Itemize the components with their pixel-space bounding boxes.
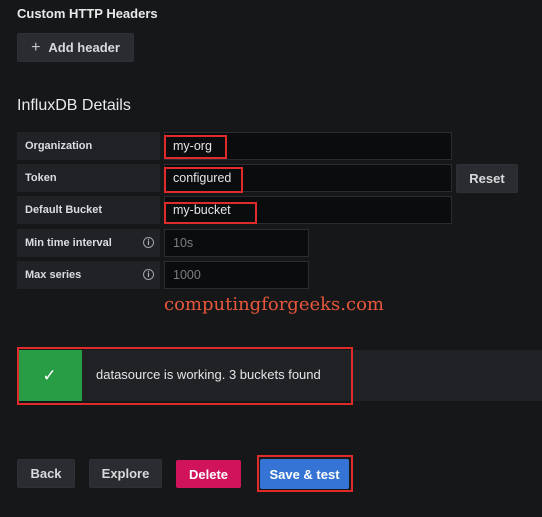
token-label: Token <box>17 164 160 192</box>
token-value: configured <box>173 171 232 185</box>
max-series-input[interactable]: 1000 <box>164 261 309 289</box>
min-time-interval-label-text: Min time interval <box>25 237 112 249</box>
influxdb-details-title: InfluxDB Details <box>17 97 131 114</box>
organization-label-text: Organization <box>25 140 93 152</box>
max-series-label-text: Max series <box>25 269 82 281</box>
custom-headers-title: Custom HTTP Headers <box>17 6 158 21</box>
info-circle-icon[interactable]: i <box>143 237 154 248</box>
add-header-label: Add header <box>48 40 120 55</box>
min-time-interval-label: Min time interval i <box>17 229 160 257</box>
back-button[interactable]: Back <box>17 459 75 488</box>
organization-value: my-org <box>173 139 212 153</box>
save-and-test-button[interactable]: Save & test <box>260 459 349 489</box>
min-time-interval-input[interactable]: 10s <box>164 229 309 257</box>
organization-input[interactable]: my-org <box>164 132 452 160</box>
watermark-text: computingforgeeks.com <box>164 294 384 315</box>
alert-message: datasource is working. 3 buckets found <box>96 367 321 382</box>
max-series-label: Max series i <box>17 261 160 289</box>
add-header-button[interactable]: + Add header <box>17 33 134 62</box>
default-bucket-label: Default Bucket <box>17 196 160 224</box>
check-icon: ✓ <box>17 350 82 401</box>
min-time-interval-placeholder: 10s <box>173 236 194 250</box>
explore-button[interactable]: Explore <box>89 459 162 488</box>
token-label-text: Token <box>25 172 57 184</box>
token-input[interactable]: configured <box>164 164 452 192</box>
max-series-placeholder: 1000 <box>173 268 201 282</box>
delete-button[interactable]: Delete <box>176 460 241 488</box>
default-bucket-input[interactable]: my-bucket <box>164 196 452 224</box>
default-bucket-value: my-bucket <box>173 203 231 217</box>
success-alert: ✓ datasource is working. 3 buckets found <box>17 350 542 401</box>
reset-token-button[interactable]: Reset <box>456 164 518 193</box>
plus-icon: + <box>31 38 41 56</box>
info-circle-icon[interactable]: i <box>143 269 154 280</box>
default-bucket-label-text: Default Bucket <box>25 204 103 216</box>
organization-label: Organization <box>17 132 160 160</box>
